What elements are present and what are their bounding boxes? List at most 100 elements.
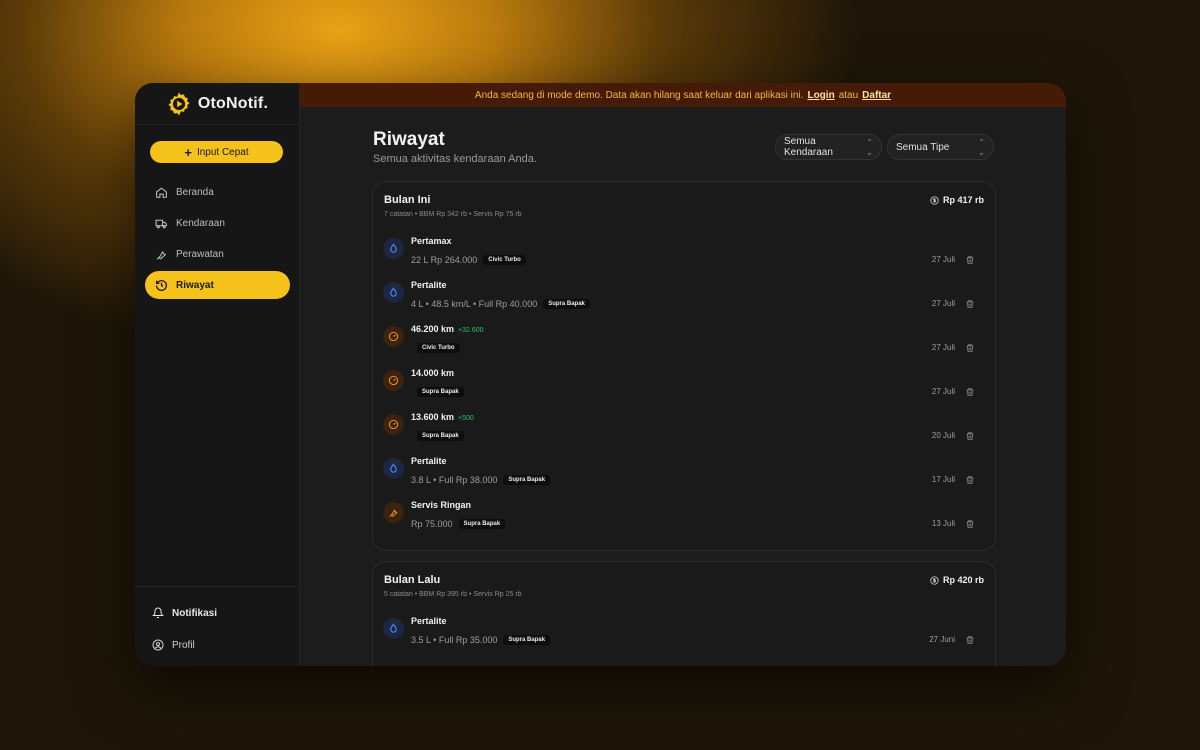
speedometer-icon [383, 326, 404, 347]
sidebar-nav: Beranda Kendaraan Perawatan Riwayat [145, 178, 290, 302]
history-entry[interactable]: Pertamax 22 L Rp 264.000 Civic Turbo 27 Jul… [373, 228, 995, 272]
history-group-card: Bulan Lalu 5 catatan • BBM Rp 395 rb • Se… [372, 561, 996, 666]
entry-title: Pertamax [411, 236, 452, 246]
entry-date: 27 Juni [929, 635, 955, 644]
entry-detail: 22 L Rp 264.000 Civic Turbo [411, 255, 526, 265]
banner-or: atau [838, 89, 859, 101]
entry-delta: +32.600 [458, 327, 484, 334]
vehicle-filter-value: Semua Kendaraan [784, 136, 833, 158]
vehicle-filter-select[interactable]: Semua Kendaraan ⌃ ⌃ [775, 134, 882, 160]
group-total: Rp 417 rb [930, 195, 984, 205]
history-group-card: Bulan Ini 7 catatan • BBM Rp 342 rb • Ser… [372, 181, 996, 551]
entry-delta: +500 [458, 415, 474, 422]
page-subtitle: Semua aktivitas kendaraan Anda. [373, 153, 537, 165]
entry-title-text: Pertamax [411, 236, 452, 246]
fuel-drop-icon [383, 458, 404, 479]
entry-title-text: 46.200 km [411, 324, 455, 334]
sidebar-item-label: Kendaraan [176, 217, 225, 229]
history-entry[interactable]: 14.000 km Supra Bapak 27 Juli [373, 360, 995, 404]
history-entry[interactable]: Pertalite 4 L • 48.5 km/L • Full Rp 40.00… [373, 272, 995, 316]
entry-title: 14.000 km [411, 368, 454, 378]
entry-title-text: Servis Ringan [411, 500, 472, 510]
entry-detail: Rp 75.000 Supra Bapak [411, 519, 506, 529]
sidebar-item-kendaraan[interactable]: Kendaraan [145, 209, 290, 237]
vehicle-badge: Supra Bapak [543, 299, 590, 309]
entry-date: 17 Juli [931, 475, 955, 484]
sidebar-item-perawatan[interactable]: Perawatan [145, 240, 290, 268]
entry-title-text: 13.600 km [411, 412, 455, 422]
sidebar-item-profil[interactable]: Profil [152, 629, 299, 661]
sidebar-item-label: Perawatan [176, 248, 224, 260]
vehicle-badge: Supra Bapak [458, 519, 506, 529]
entry-title: Pertalite [411, 456, 447, 466]
entry-title: Pertalite [411, 616, 447, 626]
entry-detail-text: 3.8 L • Full Rp 38.000 [411, 475, 498, 485]
entry-date: 27 Juli [931, 387, 955, 396]
entry-detail: Supra Bapak [411, 431, 464, 441]
entry-date: 13 Juli [931, 519, 955, 528]
type-filter-select[interactable]: Semua Tipe ⌃ ⌃ [887, 134, 994, 160]
vehicle-badge: Civic Turbo [417, 343, 460, 353]
entry-date: 27 Juli [931, 299, 955, 308]
speedometer-icon [383, 370, 404, 391]
entry-date: 27 Juli [931, 255, 955, 264]
entry-detail: 3.8 L • Full Rp 38.000 Supra Bapak [411, 475, 551, 485]
sidebar-item-riwayat[interactable]: Riwayat [145, 271, 290, 299]
register-link[interactable]: Daftar [862, 90, 891, 101]
sidebar-item-beranda[interactable]: Beranda [145, 178, 290, 206]
group-meta: 7 catatan • BBM Rp 342 rb • Servis Rp 75… [384, 211, 522, 218]
main-content: Anda sedang di mode demo. Data akan hila… [300, 83, 1066, 666]
history-entry[interactable]: 46.200 km +32.600 Civic Turbo 27 Juli [373, 316, 995, 360]
history-icon [155, 279, 167, 291]
sidebar-bottom: Notifikasi Profil [135, 586, 299, 666]
entry-title-text: Pertalite [411, 616, 447, 626]
history-entry[interactable]: Servis Ringan Rp 75.000 Supra Bapak 13 Juli [373, 492, 995, 536]
group-title: Bulan Ini [384, 194, 431, 206]
wrench-icon [383, 502, 404, 523]
logo[interactable]: OtoNotif. [135, 83, 299, 125]
demo-banner: Anda sedang di mode demo. Data akan hila… [300, 83, 1066, 107]
group-header: Bulan Ini 7 catatan • BBM Rp 342 rb • Ser… [373, 182, 995, 228]
gear-logo-icon [168, 92, 190, 115]
entry-detail-text: Rp 75.000 [411, 519, 453, 529]
group-header: Bulan Lalu 5 catatan • BBM Rp 395 rb • Se… [373, 562, 995, 608]
sidebar: OtoNotif. + Input Cepat Beranda Kendaraa… [135, 83, 300, 666]
entry-title-text: Pertalite [411, 456, 447, 466]
coin-icon [930, 195, 939, 205]
vehicle-badge: Civic Turbo [483, 255, 526, 265]
sidebar-item-label: Beranda [176, 186, 214, 198]
home-icon [156, 186, 167, 198]
sidebar-item-notifikasi[interactable]: Notifikasi [152, 597, 299, 629]
history-entry[interactable]: 13.600 km +500 Supra Bapak 20 Juli [373, 404, 995, 448]
type-filter-value: Semua Tipe [896, 141, 950, 153]
group-meta: 5 catatan • BBM Rp 395 rb • Servis Rp 25… [384, 591, 522, 598]
coin-icon [930, 575, 939, 585]
chevron-up-down-icon: ⌃ ⌃ [978, 138, 985, 157]
truck-icon [155, 219, 167, 228]
speedometer-icon [383, 414, 404, 435]
login-link[interactable]: Login [807, 90, 834, 101]
fuel-drop-icon [383, 282, 404, 303]
vehicle-badge: Supra Bapak [417, 387, 464, 397]
entry-title-text: Pertalite [411, 280, 447, 290]
entry-detail-text: 22 L Rp 264.000 [411, 255, 478, 265]
user-circle-icon [152, 639, 164, 651]
quick-input-button[interactable]: + Input Cepat [150, 141, 283, 163]
entry-detail: 4 L • 48.5 km/L • Full Rp 40.000 Supra Ba… [411, 299, 590, 309]
vehicle-badge: Supra Bapak [503, 635, 551, 645]
entry-detail-text: 3.5 L • Full Rp 35.000 [411, 635, 498, 645]
entry-title: 13.600 km +500 [411, 412, 474, 422]
sidebar-item-label: Notifikasi [172, 607, 218, 619]
group-total: Rp 420 rb [930, 575, 984, 585]
entry-detail: Civic Turbo [411, 343, 460, 353]
entry-date: 20 Juli [931, 431, 955, 440]
history-entry[interactable]: Pertalite 3.8 L • Full Rp 38.000 Supra Bap… [373, 448, 995, 492]
vehicle-badge: Supra Bapak [503, 475, 551, 485]
entry-title: Pertalite [411, 280, 447, 290]
entry-title: 46.200 km +32.600 [411, 324, 484, 334]
chevron-up-down-icon: ⌃ ⌃ [866, 138, 873, 157]
vehicle-badge: Supra Bapak [417, 431, 464, 441]
group-total-value: Rp 420 rb [942, 575, 984, 585]
app-window: OtoNotif. + Input Cepat Beranda Kendaraa… [135, 83, 1066, 666]
history-entry[interactable]: Pertalite 3.5 L • Full Rp 35.000 Supra Bap… [373, 608, 995, 652]
